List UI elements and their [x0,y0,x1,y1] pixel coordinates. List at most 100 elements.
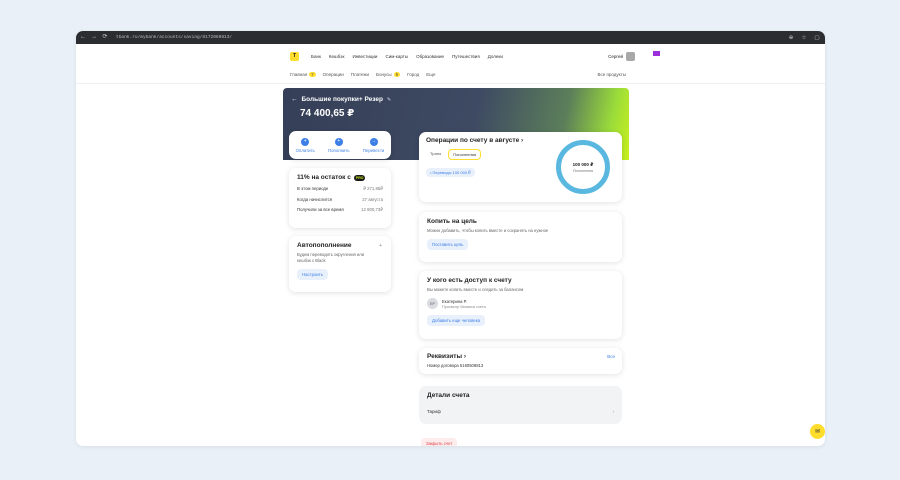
shared-user[interactable]: ЕР Екатерина Р. Просмотр баланса счета [427,298,614,309]
top-up-label: Пополнить [328,147,350,153]
interest-row: Получили за все время 12 800,73₽ [297,207,383,213]
menu-item-travel[interactable]: Путешествия [452,54,480,59]
menu-item-investments[interactable]: Инвестиции [352,54,377,59]
add-icon[interactable]: + [379,243,382,249]
savings-goal-card: Копить на цель Можно добавить, чтобы коп… [419,212,622,262]
autopop-title: Автопополнение [297,242,352,249]
add-person-button[interactable]: Добавить еще человека [427,315,486,326]
account-balance: 74 400,65 ₽ [300,108,355,119]
quick-actions: + Оплатить + Пополнить → Перевести [289,131,391,159]
shared-user-name: Екатерина Р. [442,298,467,304]
row-label: В этом периоде [297,186,329,191]
chat-icon[interactable]: ✉ [810,424,825,439]
autopop-card: Автопополнение + Будем переводить округл… [289,236,391,292]
tab-city[interactable]: Город [407,72,419,77]
operations-title-text: Операции по счету в августе [426,137,520,144]
configure-button[interactable]: Настроить [297,269,328,280]
user-menu[interactable]: Сергей [608,51,635,61]
arrow-right-icon: → [369,137,378,146]
donut-label: Пополнения [573,168,593,173]
tab-badge: 7 [309,71,316,77]
requisites-title: Реквизиты › [427,353,614,360]
menu-item-other[interactable]: Долеки [488,54,503,59]
edit-icon[interactable]: ✎ [387,97,391,103]
back-arrow-icon[interactable]: ← [291,96,298,103]
plus-icon: + [334,137,343,146]
row-value: ₽ 271,85₽ [363,186,383,191]
tab-badge: 5 [393,71,401,77]
menu-item-sim[interactable]: Сим-карты [385,54,408,59]
forward-icon[interactable]: → [91,31,97,44]
top-navigation: T Банк Кешбэк Инвестиции Сим-карты Образ… [290,49,635,63]
row-label: Получили за все время [297,207,344,212]
reload-icon[interactable]: ⟳ [102,31,108,44]
chip-spending[interactable]: Траты [426,149,445,160]
bookmark-icon[interactable]: ☆ [800,35,808,41]
tariff-row[interactable]: Тариф › [427,409,614,414]
pay-button[interactable]: + Оплатить [295,137,315,153]
interest-row: В этом периоде ₽ 271,85₽ [297,186,383,192]
transfer-label: Перевести [362,147,385,153]
tabs-icon[interactable]: ▢ [813,35,821,41]
access-title: У кого есть доступ к счету [427,277,512,284]
pay-label: Оплатить [295,147,315,153]
row-value: 12 800,73₽ [361,207,383,212]
divider [76,83,825,84]
grid-icon [629,71,635,77]
chip-topups[interactable]: Пополнения [448,149,482,160]
close-account-button[interactable]: Закрыть счет [421,438,458,446]
address-bar[interactable]: tbank.ru/mybank/accounts/saving/81720608… [116,35,782,40]
tab-bonuses[interactable]: Бонусы 5 [375,71,401,77]
tab-label: Бонусы [375,71,392,77]
interest-card[interactable]: 11% на остаток с PRO В этом периоде ₽ 271,… [289,168,391,228]
savings-title: Копить на цель [427,218,477,225]
contract-number: Номер договора 5160508813 [427,363,484,368]
row-value: 27 августа [362,197,383,202]
account-details-card: Детали счета Тариф › [419,386,622,424]
avatar: ЕР [427,298,438,309]
promo-marker [653,51,660,56]
chevron-right-icon: › [521,137,524,144]
access-description: Вы можете копить вместе и следить за бал… [427,287,524,292]
interest-title: 11% на остаток с PRO [297,174,383,181]
tab-label: Еще [426,71,436,77]
menu-item-education[interactable]: Образование [416,54,444,59]
tab-label: Платежи [350,71,369,77]
zoom-icon[interactable]: ⊕ [787,35,795,41]
donut-amount: 100 000 ₽ [572,161,594,167]
tab-label: Город [407,71,420,77]
avatar[interactable] [626,51,635,61]
requisites-title-text: Реквизиты [427,353,462,360]
tab-payments[interactable]: Платежи [351,72,369,77]
browser-window: ← → ⟳ tbank.ru/mybank/accounts/saving/81… [76,31,825,446]
bank-logo[interactable]: T [290,51,299,61]
transfers-tag: • Переводы 100 000 ₽ [426,168,475,177]
pay-icon: + [301,137,310,146]
tab-label: Главная [290,71,308,77]
transfer-button[interactable]: → Перевести [362,137,385,153]
operations-card[interactable]: Операции по счету в августе › Траты Попо… [419,132,622,202]
donut-chart: 100 000 ₽ Пополнения [556,140,610,194]
tab-operations[interactable]: Операции [323,72,344,77]
shared-user-role: Просмотр баланса счета [442,304,486,309]
requisites-card[interactable]: Реквизиты › Все Номер договора 516050881… [419,348,622,374]
details-title: Детали счета [427,392,470,399]
pro-badge: PRO [353,174,366,181]
access-card: У кого есть доступ к счету Вы можете коп… [419,271,622,339]
all-requisites-link[interactable]: Все [607,354,615,359]
browser-toolbar: ← → ⟳ tbank.ru/mybank/accounts/saving/81… [76,31,825,44]
autopop-description: Будем переводить округления или кешбэк с… [297,252,365,263]
back-icon[interactable]: ← [80,31,86,44]
account-name: Большие покупки+ Резер [301,96,384,103]
set-goal-button[interactable]: Поставить цель [427,239,469,250]
tab-main[interactable]: Главная 7 [290,71,316,77]
all-products-link[interactable]: Все продукты [597,71,635,77]
menu-item-bank[interactable]: Банк [311,54,321,59]
top-up-button[interactable]: + Пополнить [328,137,350,153]
tariff-label: Тариф [427,409,441,414]
interest-row: Когда начислится 27 августа [297,197,383,202]
user-name: Сергей [608,53,623,59]
tab-more[interactable]: Еще [426,72,435,77]
menu-item-cashback[interactable]: Кешбэк [329,54,345,59]
shared-user-info: Екатерина Р. Просмотр баланса счета [442,299,486,309]
